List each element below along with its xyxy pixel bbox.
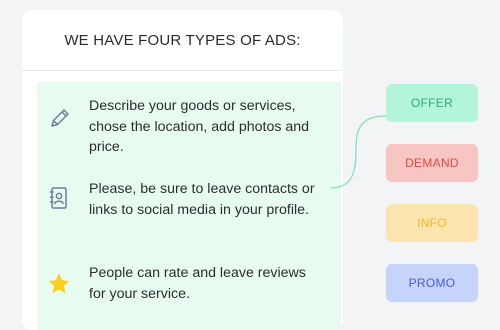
contact-card-icon bbox=[46, 185, 72, 211]
feature-text: Describe your goods or services, chose t… bbox=[89, 98, 310, 155]
ads-info-panel: WE HAVE FOUR TYPES OF ADS: Describe your… bbox=[22, 10, 343, 330]
features-box: Describe your goods or services, chose t… bbox=[37, 82, 341, 330]
tag-offer-button[interactable]: OFFER bbox=[386, 84, 478, 122]
star-icon bbox=[46, 271, 72, 297]
tag-promo-button[interactable]: PROMO bbox=[386, 264, 478, 302]
feature-text: Please, be sure to leave contacts or lin… bbox=[89, 181, 315, 218]
tag-info-button[interactable]: INFO bbox=[386, 204, 478, 242]
tag-demand-button[interactable]: DEMAND bbox=[386, 144, 478, 182]
panel-divider bbox=[22, 70, 343, 71]
feature-text: People can rate and leave reviews for yo… bbox=[89, 265, 306, 302]
connector-line bbox=[329, 115, 387, 189]
panel-title: WE HAVE FOUR TYPES OF ADS: bbox=[64, 32, 301, 49]
pencil-icon bbox=[46, 106, 72, 132]
